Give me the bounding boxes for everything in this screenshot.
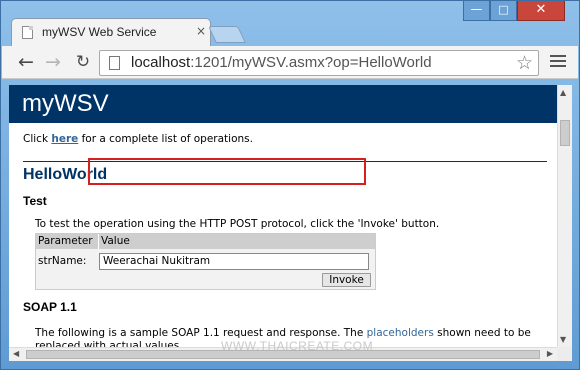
page-icon <box>22 26 33 39</box>
intro-text: Click here for a complete list of operat… <box>23 133 253 145</box>
browser-menu-icon[interactable] <box>550 55 566 69</box>
close-tab-icon[interactable]: × <box>196 24 206 38</box>
browser-window: myWSV Web Service × — □ ✕ ← → ↻ localhos… <box>0 0 580 370</box>
maximize-button[interactable]: □ <box>490 1 517 21</box>
parameter-column-header: Parameter <box>36 234 99 249</box>
url-host: localhost <box>131 54 191 71</box>
reload-button[interactable]: ↻ <box>72 52 94 74</box>
parameter-name: strName: <box>38 255 87 267</box>
service-title: myWSV <box>22 90 109 117</box>
address-bar[interactable]: localhost:1201/myWSV.asmx?op=HelloWorld … <box>99 50 539 76</box>
scroll-right-arrow-icon[interactable]: ▶ <box>547 349 553 358</box>
minimize-button[interactable]: — <box>463 1 490 21</box>
invoke-button[interactable]: Invoke <box>322 273 371 287</box>
scroll-down-arrow-icon[interactable]: ▼ <box>560 335 566 344</box>
value-column-header: Value <box>101 235 130 247</box>
new-tab-button[interactable] <box>208 26 246 43</box>
page-viewport: myWSV Click here for a complete list of … <box>9 85 557 347</box>
test-heading: Test <box>23 194 47 208</box>
placeholders-text: placeholders <box>366 327 434 339</box>
strname-input[interactable] <box>99 252 369 270</box>
page-icon <box>109 56 120 70</box>
vertical-scroll-thumb[interactable] <box>560 120 570 146</box>
forward-button[interactable]: → <box>42 52 64 74</box>
watermark: WWW.THAICREATE.COM <box>221 339 374 353</box>
parameter-row: strName: <box>36 249 375 273</box>
scroll-up-arrow-icon[interactable]: ▲ <box>560 88 566 97</box>
tab-title: myWSV Web Service <box>42 25 157 39</box>
operations-list-link[interactable]: here <box>51 133 78 145</box>
back-button[interactable]: ← <box>15 52 37 74</box>
close-window-button[interactable]: ✕ <box>517 1 565 21</box>
page-content: Click here for a complete list of operat… <box>9 123 557 347</box>
soap-heading: SOAP 1.1 <box>23 300 77 314</box>
url-path: :1201/myWSV.asmx?op=HelloWorld <box>190 54 432 71</box>
scroll-left-arrow-icon[interactable]: ◀ <box>13 349 19 358</box>
parameter-table: Parameter Value strName: Invoke <box>35 233 376 290</box>
browser-toolbar: ← → ↻ localhost:1201/myWSV.asmx?op=Hello… <box>2 46 578 79</box>
bookmark-star-icon[interactable]: ☆ <box>516 52 533 74</box>
parameter-table-header: Parameter Value <box>36 234 375 249</box>
input-highlight-box <box>88 158 366 185</box>
browser-tab[interactable]: myWSV Web Service × <box>11 18 211 46</box>
url-text[interactable]: localhost:1201/myWSV.asmx?op=HelloWorld <box>131 54 432 71</box>
test-description: To test the operation using the HTTP POS… <box>35 218 440 230</box>
page-header: myWSV <box>9 85 557 123</box>
vertical-scrollbar[interactable]: ▲ ▼ <box>557 85 572 347</box>
invoke-row: Invoke <box>36 273 375 289</box>
scrollbar-corner <box>557 347 572 361</box>
